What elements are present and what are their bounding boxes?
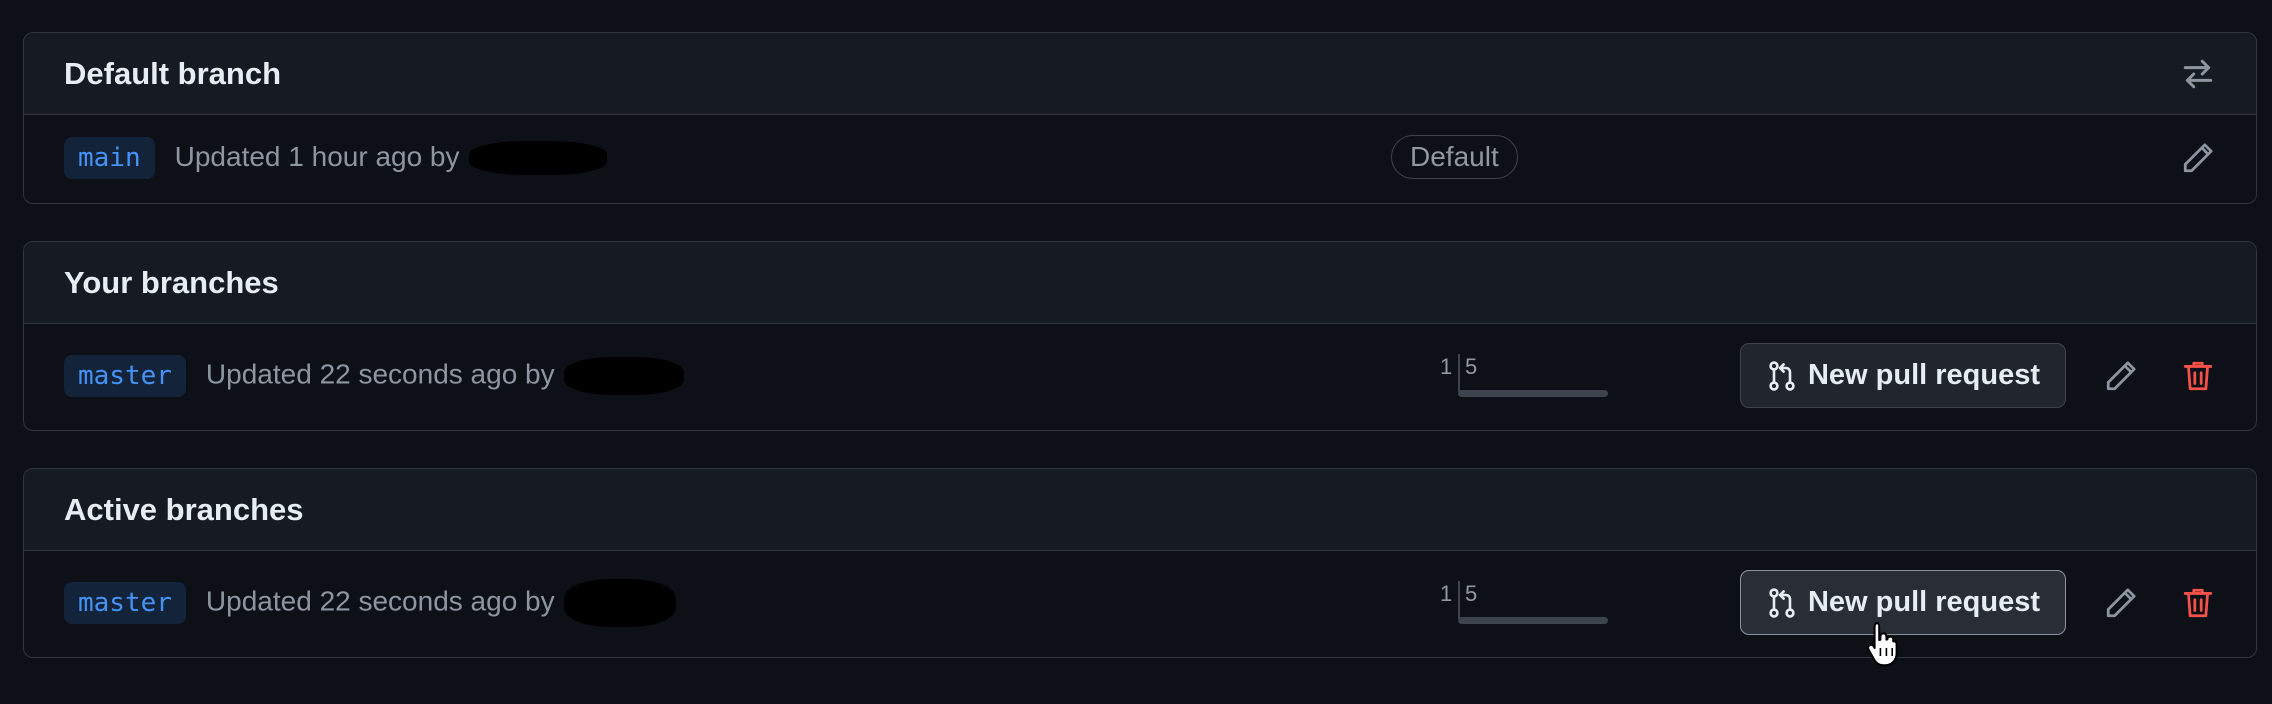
default-branch-row: main Updated 1 hour ago by Default — [24, 115, 2256, 201]
trash-icon — [2183, 588, 2213, 618]
delete-branch-button[interactable] — [2174, 579, 2222, 627]
default-branch-header: Default branch — [24, 33, 2256, 115]
behind-count: 1 — [1440, 354, 1453, 379]
new-pull-request-button[interactable]: New pull request — [1740, 343, 2066, 408]
trash-icon — [2183, 361, 2213, 391]
your-branches-title: Your branches — [64, 264, 279, 300]
ahead-behind-indicator: 1 5 — [1438, 354, 1608, 404]
branch-updated-text: Updated 22 seconds ago by — [206, 357, 685, 395]
branch-row: master Updated 22 seconds ago by 1 5 New… — [24, 551, 2256, 655]
default-badge: Default — [1391, 135, 1518, 179]
rename-branch-button[interactable] — [2097, 352, 2145, 400]
your-branches-header: Your branches — [24, 242, 2256, 324]
new-pull-request-label: New pull request — [1807, 586, 2041, 618]
rename-branch-button[interactable] — [2174, 134, 2222, 182]
ahead-behind-bar — [1458, 617, 1608, 624]
redacted-author — [564, 357, 685, 395]
branch-row: master Updated 22 seconds ago by 1 5 New… — [24, 324, 2256, 428]
active-branches-box: Active branches master Updated 22 second… — [23, 468, 2257, 658]
hand-cursor-icon — [1867, 622, 1898, 667]
redacted-author — [469, 141, 608, 176]
new-pull-request-label: New pull request — [1807, 359, 2041, 391]
ahead-behind-divider — [1458, 354, 1460, 392]
ahead-behind-bar — [1458, 390, 1608, 397]
git-pull-request-icon — [1769, 587, 1795, 618]
branch-name-link[interactable]: master — [64, 355, 186, 397]
branch-name-link[interactable]: master — [64, 582, 186, 624]
git-pull-request-icon — [1769, 360, 1795, 391]
pencil-icon — [2183, 143, 2213, 173]
switch-default-branch-button[interactable] — [2174, 50, 2222, 98]
rename-branch-button[interactable] — [2097, 579, 2145, 627]
pencil-icon — [2106, 588, 2136, 618]
new-pull-request-button[interactable]: New pull request — [1740, 570, 2066, 635]
ahead-count: 5 — [1465, 354, 1478, 379]
switch-branch-icon — [2183, 59, 2213, 89]
delete-branch-button[interactable] — [2174, 352, 2222, 400]
active-branches-title: Active branches — [64, 491, 304, 527]
ahead-behind-divider — [1458, 581, 1460, 619]
branch-name-link[interactable]: main — [64, 137, 155, 179]
ahead-count: 5 — [1465, 581, 1478, 606]
branch-updated-text: Updated 1 hour ago by — [175, 141, 608, 176]
branch-updated-text: Updated 22 seconds ago by — [206, 579, 677, 627]
your-branches-box: Your branches master Updated 22 seconds … — [23, 241, 2257, 431]
active-branches-header: Active branches — [24, 469, 2256, 551]
ahead-behind-indicator: 1 5 — [1438, 581, 1608, 631]
redacted-author — [564, 579, 677, 627]
pencil-icon — [2106, 361, 2136, 391]
default-branch-title: Default branch — [64, 55, 282, 91]
default-branch-box: Default branch main Updated 1 hour ago b… — [23, 32, 2257, 204]
behind-count: 1 — [1440, 581, 1453, 606]
